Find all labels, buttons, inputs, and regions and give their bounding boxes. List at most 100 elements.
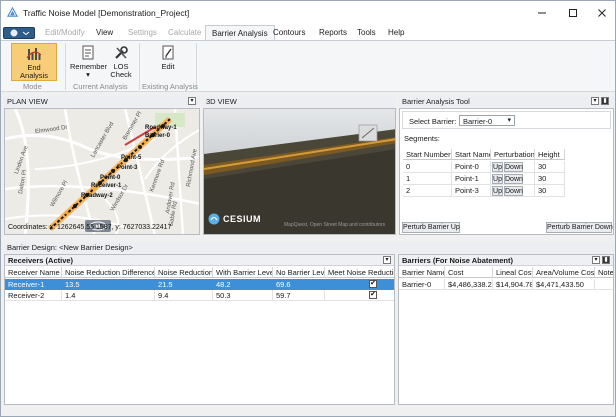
tab-contours[interactable]: Contours: [273, 25, 305, 41]
barriers-menu-icon[interactable]: ▾: [592, 256, 600, 264]
edit-button[interactable]: Edit: [153, 43, 183, 81]
tab-calculate[interactable]: Calculate: [168, 25, 201, 41]
column-header[interactable]: Meet Noise Reduction: [325, 267, 394, 278]
select-barrier-value: Barrier-0: [463, 117, 493, 126]
tab-help[interactable]: Help: [388, 25, 404, 41]
with-barrier-level[interactable]: 50.3: [213, 290, 273, 301]
barrier-lineal-cost[interactable]: $14,904.78: [493, 279, 533, 290]
column-header[interactable]: Cost: [445, 267, 493, 278]
perturb-up-button[interactable]: Up: [492, 186, 503, 196]
segments-label: Segments:: [404, 134, 440, 143]
segment-height[interactable]: 30: [535, 161, 565, 173]
plan-view-menu-icon[interactable]: ▾: [188, 97, 196, 105]
3d-view-canvas[interactable]: CESIUM MapQuest, Open Street Map and con…: [203, 108, 396, 235]
noise-reduction: 21.5: [158, 280, 173, 289]
plan-view-title: PLAN VIEW: [7, 97, 48, 106]
pin-icon[interactable]: ▮: [602, 256, 610, 264]
map-attribution[interactable]: MapQuest, Open Street Map and contributo…: [284, 222, 385, 228]
map-feature-label: Barrier-0: [145, 133, 171, 139]
receiver-name[interactable]: Receiver-2: [5, 290, 62, 301]
segment-start-name[interactable]: Point-3: [452, 185, 491, 197]
app-menu-icon: [10, 29, 30, 37]
maximize-icon[interactable]: [558, 1, 588, 25]
pin-icon[interactable]: ▮: [601, 97, 609, 105]
column-header[interactable]: Receiver Name: [5, 267, 62, 278]
map-feature-label: Roadway-2: [81, 193, 113, 199]
ribbon-tab-bar: [1, 25, 615, 41]
app-icon: [7, 7, 18, 17]
map-feature-label: Point-3: [117, 165, 138, 171]
title-bar: Traffic Noise Model [Demonstration_Proje…: [1, 1, 615, 25]
tab-view[interactable]: View: [96, 25, 113, 41]
segment-height[interactable]: 30: [535, 173, 565, 185]
meet-noise-reduction-checkbox[interactable]: ✔: [369, 280, 377, 288]
segment-start-number[interactable]: 1: [403, 173, 452, 185]
segment-start-name[interactable]: Point-0: [452, 161, 491, 173]
group-label-existing-analysis: Existing Analysis: [142, 82, 198, 91]
tab-settings[interactable]: Settings: [128, 25, 157, 41]
barrier-tool-header: Barrier Analysis Tool: [399, 96, 614, 107]
plan-view-map[interactable]: Elmwood Dr Lindon Ave Dalton Pl Lancaste…: [4, 108, 200, 235]
barrier-area-volume-cost[interactable]: $4,471,433.50: [533, 279, 595, 290]
barrier-notes[interactable]: [595, 279, 613, 290]
edit-document-icon: [162, 45, 174, 60]
perturb-down-button[interactable]: Down: [504, 162, 523, 172]
column-header[interactable]: Notes: [595, 267, 613, 278]
select-barrier-dropdown[interactable]: Barrier-0 ▾: [459, 115, 515, 126]
column-header[interactable]: Barrier Name: [399, 267, 445, 278]
no-barrier-level[interactable]: 59.7: [273, 290, 325, 301]
los-check-button[interactable]: LOS Check: [107, 43, 135, 81]
noise-reduction[interactable]: 9.4: [155, 290, 213, 301]
minimize-icon[interactable]: [527, 1, 557, 25]
map-feature-label: Point-5: [121, 155, 142, 161]
receivers-menu-icon[interactable]: ▾: [383, 256, 391, 264]
remember-button[interactable]: Remember ▾: [70, 43, 107, 81]
barrier-name[interactable]: Barrier-0: [399, 279, 445, 290]
barrier-tool-menu-icon[interactable]: ▾: [591, 97, 599, 105]
column-header[interactable]: Noise Reduction: [155, 267, 213, 278]
tab-barrier-analysis[interactable]: Barrier Analysis: [205, 25, 275, 41]
column-header[interactable]: Height: [535, 149, 565, 160]
column-header[interactable]: No Barrier Level: [273, 267, 325, 278]
perturb-up-button[interactable]: Up: [492, 162, 503, 172]
tab-edit-modify[interactable]: Edit/Modify: [45, 25, 85, 41]
column-header[interactable]: Start Number: [403, 149, 452, 160]
map-feature-label: Point-0: [100, 175, 121, 181]
remember-icon: [82, 45, 94, 60]
group-label-current-analysis: Current Analysis: [73, 82, 128, 91]
barrier-design-header: Barrier Design: <New Barrier Design>: [4, 242, 614, 253]
perturb-up-button[interactable]: Up: [492, 174, 503, 184]
app-window: Traffic Noise Model [Demonstration_Proje…: [0, 0, 616, 417]
end-analysis-button[interactable]: End Analysis: [11, 43, 57, 81]
column-header[interactable]: Area/Volume Cost: [533, 267, 595, 278]
dropdown-arrow-icon: ▾: [86, 70, 90, 79]
column-header[interactable]: Start Name: [452, 149, 491, 160]
perturb-down-button[interactable]: Down: [504, 186, 523, 196]
meet-noise-reduction-checkbox[interactable]: ✔: [369, 291, 377, 299]
close-icon[interactable]: [587, 1, 615, 25]
perturb-barrier-down-button[interactable]: Perturb Barrier Down: [546, 222, 613, 233]
column-header[interactable]: Noise Reduction Difference: [62, 267, 155, 278]
tab-tools[interactable]: Tools: [357, 25, 376, 41]
perturb-down-button[interactable]: Down: [504, 174, 523, 184]
column-header[interactable]: Perturbation: [491, 149, 535, 160]
end-analysis-icon: [26, 48, 42, 60]
application-menu-button[interactable]: [3, 27, 35, 39]
barrier-design-title: Barrier Design: <New Barrier Design>: [7, 243, 133, 252]
segment-height[interactable]: 30: [535, 185, 565, 197]
column-header[interactable]: With Barrier Level: [213, 267, 273, 278]
barriers-title: Barriers (For Noise Abatement): [399, 255, 613, 266]
cesium-logo-text: CESIUM: [223, 214, 262, 224]
barrier-cost[interactable]: $4,486,338.28: [445, 279, 493, 290]
tab-reports[interactable]: Reports: [319, 25, 347, 41]
segment-start-number[interactable]: 2: [403, 185, 452, 197]
ribbon-separator: [139, 43, 140, 90]
receivers-title: Receivers (Active): [5, 255, 394, 266]
perturb-barrier-up-button[interactable]: Perturb Barrier Up: [402, 222, 460, 233]
barrier-tool-title: Barrier Analysis Tool: [402, 97, 470, 106]
column-header[interactable]: Lineal Cost: [493, 267, 533, 278]
segment-start-number[interactable]: 0: [403, 161, 452, 173]
segment-start-name[interactable]: Point-1: [452, 173, 491, 185]
cesium-logo-icon: [208, 213, 220, 225]
noise-reduction-difference[interactable]: 1.4: [62, 290, 155, 301]
